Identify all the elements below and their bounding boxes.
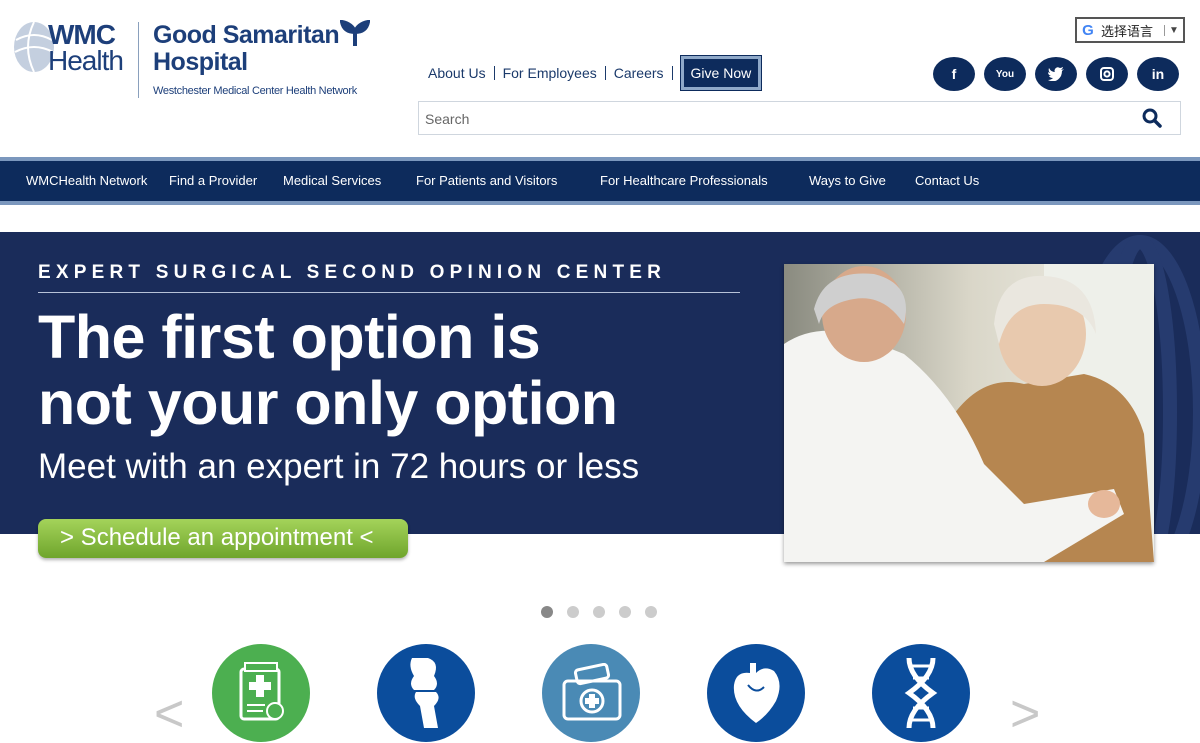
orthopedics-icon <box>410 658 439 728</box>
carousel-dot[interactable] <box>645 606 657 618</box>
for-employees-link[interactable]: For Employees <box>495 66 606 80</box>
instagram-icon <box>1100 67 1114 81</box>
nav-wmchealth-network[interactable]: WMCHealth Network <box>26 161 147 201</box>
instagram-button[interactable] <box>1086 57 1128 91</box>
wmc-good-samaritan-logo[interactable]: WMC Health Good Samaritan Hospital Westc… <box>10 18 380 108</box>
hero-subline: Meet with an expert in 72 hours or less <box>38 447 640 486</box>
carousel-dot[interactable] <box>567 606 579 618</box>
carousel-prev-arrow[interactable]: < <box>154 688 184 740</box>
network-tagline: Westchester Medical Center Health Networ… <box>153 85 357 97</box>
first-aid-kit-icon <box>562 663 622 721</box>
linkedin-icon: in <box>1151 66 1165 82</box>
nav-patients-visitors[interactable]: For Patients and Visitors <box>416 161 557 201</box>
hero-divider <box>38 292 740 293</box>
dna-icon <box>904 658 938 728</box>
cardiology-service-button[interactable] <box>707 644 805 742</box>
genetics-service-button[interactable] <box>872 644 970 742</box>
youtube-icon: You <box>995 68 1015 80</box>
carousel-next-arrow[interactable]: > <box>1010 688 1040 740</box>
linkedin-button[interactable]: in <box>1137 57 1179 91</box>
heart-icon <box>733 663 780 723</box>
billing-service-button[interactable] <box>212 644 310 742</box>
hero-eyebrow: EXPERT SURGICAL SECOND OPINION CENTER <box>38 262 667 283</box>
first-aid-service-button[interactable] <box>542 644 640 742</box>
google-icon: G <box>1082 21 1094 39</box>
hero-headline: The first option is not your only option <box>38 303 618 437</box>
chevron-down-icon: ▼ <box>1164 24 1183 36</box>
nav-contact-us[interactable]: Contact Us <box>915 161 979 201</box>
give-now-button[interactable]: Give Now <box>680 56 762 90</box>
facebook-icon: f <box>951 66 957 82</box>
main-navigation: WMCHealth Network Find a Provider Medica… <box>0 157 1200 205</box>
utility-links: About Us For Employees Careers Give Now <box>420 56 762 90</box>
billing-icon <box>239 662 284 721</box>
nav-find-a-provider[interactable]: Find a Provider <box>169 161 257 201</box>
nav-healthcare-professionals[interactable]: For Healthcare Professionals <box>600 161 768 201</box>
carousel-indicators <box>541 606 657 618</box>
search-bar <box>418 101 1181 135</box>
about-us-link[interactable]: About Us <box>420 66 495 80</box>
leaf-icon <box>340 20 370 46</box>
twitter-button[interactable] <box>1035 57 1077 91</box>
search-input[interactable] <box>423 108 1127 130</box>
orthopedics-service-button[interactable] <box>377 644 475 742</box>
youtube-button[interactable]: You <box>984 57 1026 91</box>
twitter-icon <box>1048 67 1064 81</box>
careers-link[interactable]: Careers <box>606 66 673 80</box>
site-header: WMC Health Good Samaritan Hospital Westc… <box>0 0 1200 157</box>
hospital-name: Good Samaritan Hospital <box>153 21 340 76</box>
carousel-dot[interactable] <box>619 606 631 618</box>
wmc-health-wordmark: WMC Health <box>48 19 124 76</box>
language-label: 选择语言 <box>1101 23 1154 39</box>
nav-ways-to-give[interactable]: Ways to Give <box>809 161 886 201</box>
logo-divider <box>138 22 139 98</box>
language-selector[interactable]: G 选择语言 ▼ <box>1075 17 1185 43</box>
search-icon[interactable] <box>1142 108 1162 128</box>
carousel-dot[interactable] <box>593 606 605 618</box>
facebook-button[interactable]: f <box>933 57 975 91</box>
schedule-appointment-button[interactable]: > Schedule an appointment < <box>38 519 408 558</box>
doctor-patient-photo <box>784 264 1154 562</box>
carousel-dot[interactable] <box>541 606 553 618</box>
nav-medical-services[interactable]: Medical Services <box>283 161 381 201</box>
